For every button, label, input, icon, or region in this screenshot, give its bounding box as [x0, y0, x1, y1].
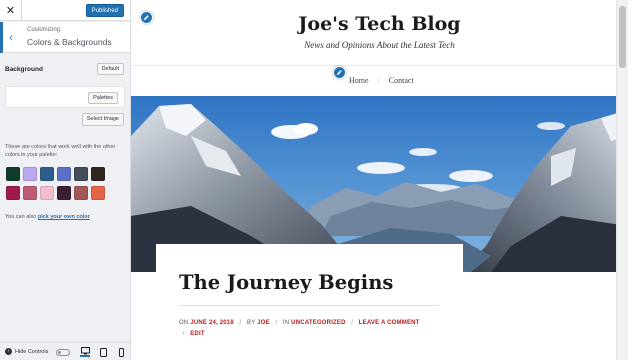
nav-contact[interactable]: Contact [389, 76, 414, 85]
color-swatch[interactable] [91, 186, 105, 200]
controls-toggle[interactable] [56, 349, 70, 356]
close-customizer-button[interactable]: ✕ [0, 0, 22, 21]
color-swatch[interactable] [74, 167, 88, 181]
palettes-button[interactable]: Palettes [88, 92, 118, 104]
post-date-link[interactable]: JUNE 24, 2018 [190, 320, 234, 326]
pick-own-color-text: You can also pick your own color [5, 214, 90, 220]
post-meta: ON JUNE 24, 2018 / BY JOE / IN UNCATEGOR… [179, 318, 441, 340]
meta-separator: / [182, 331, 185, 337]
meta-by-label: BY [247, 320, 256, 326]
color-swatch[interactable] [57, 167, 71, 181]
header-divider [131, 65, 628, 66]
color-swatch[interactable] [40, 167, 54, 181]
hide-controls-icon: ‹ [5, 348, 12, 355]
post-category-link[interactable]: UNCATEGORIZED [291, 320, 346, 326]
color-swatch[interactable] [23, 167, 37, 181]
meta-separator: / [239, 320, 242, 326]
post-divider [179, 305, 439, 306]
select-image-button[interactable]: Select Image [81, 113, 124, 126]
customizer-header: ✕ Published [0, 0, 130, 21]
customizer-panel: ✕ Published ‹ Customizing Colors & Backg… [0, 0, 131, 360]
palette-description: These are colors that work well with the… [5, 144, 116, 158]
site-title[interactable]: Joe's Tech Blog [131, 13, 628, 35]
default-button[interactable]: Default [96, 63, 124, 75]
meta-on-label: ON [179, 320, 189, 326]
color-swatch[interactable] [6, 167, 20, 181]
swatch-row-2 [6, 186, 105, 200]
pick-prefix: You can also [5, 214, 37, 220]
customizer-footer: ‹ Hide Controls [0, 342, 130, 360]
meta-separator: / [275, 320, 278, 326]
pick-own-color-link[interactable]: pick your own color [38, 214, 90, 220]
breadcrumb: Customizing [27, 27, 61, 33]
main-navigation: Home / Contact [349, 76, 414, 85]
meta-separator: / [351, 320, 354, 326]
color-swatch[interactable] [6, 186, 20, 200]
device-mobile-button[interactable] [116, 347, 126, 357]
publish-button[interactable]: Published [85, 4, 124, 17]
color-swatch[interactable] [74, 186, 88, 200]
edit-post-link[interactable]: EDIT [190, 331, 204, 337]
post-card: The Journey Begins ON JUNE 24, 2018 / BY… [156, 244, 463, 360]
tablet-icon [99, 347, 107, 357]
chevron-left-icon: ‹ [9, 31, 13, 44]
post-title[interactable]: The Journey Begins [179, 271, 393, 294]
edit-menu-shortcut[interactable] [333, 66, 346, 79]
color-swatch[interactable] [57, 186, 71, 200]
back-button[interactable]: ‹ [0, 22, 19, 53]
section-title: Colors & Backgrounds [27, 37, 112, 47]
site-preview: Joe's Tech Blog News and Opinions About … [131, 0, 628, 360]
color-swatch[interactable] [23, 186, 37, 200]
pencil-icon [337, 70, 342, 75]
scrollbar-thumb[interactable] [619, 6, 626, 68]
close-icon: ✕ [5, 5, 16, 17]
meta-in-label: IN [282, 320, 290, 326]
site-tagline: News and Opinions About the Latest Tech [304, 40, 455, 50]
post-author-link[interactable]: JOE [257, 320, 270, 326]
color-swatch[interactable] [40, 186, 54, 200]
nav-home[interactable]: Home [349, 76, 369, 85]
hide-controls-label: Hide Controls [15, 348, 49, 355]
section-header: ‹ Customizing Colors & Backgrounds [0, 22, 130, 53]
device-tablet-button[interactable] [98, 347, 108, 357]
preview-scrollbar[interactable] [616, 0, 628, 360]
background-label: Background [5, 66, 43, 73]
leave-comment-link[interactable]: LEAVE A COMMENT [359, 320, 420, 326]
color-swatch[interactable] [91, 167, 105, 181]
desktop-icon [80, 347, 90, 355]
device-desktop-button[interactable] [80, 347, 90, 357]
nav-separator: / [377, 76, 380, 85]
mobile-icon [118, 347, 124, 357]
swatch-row-1 [6, 167, 105, 181]
hide-controls-button[interactable]: ‹ Hide Controls [5, 348, 48, 355]
